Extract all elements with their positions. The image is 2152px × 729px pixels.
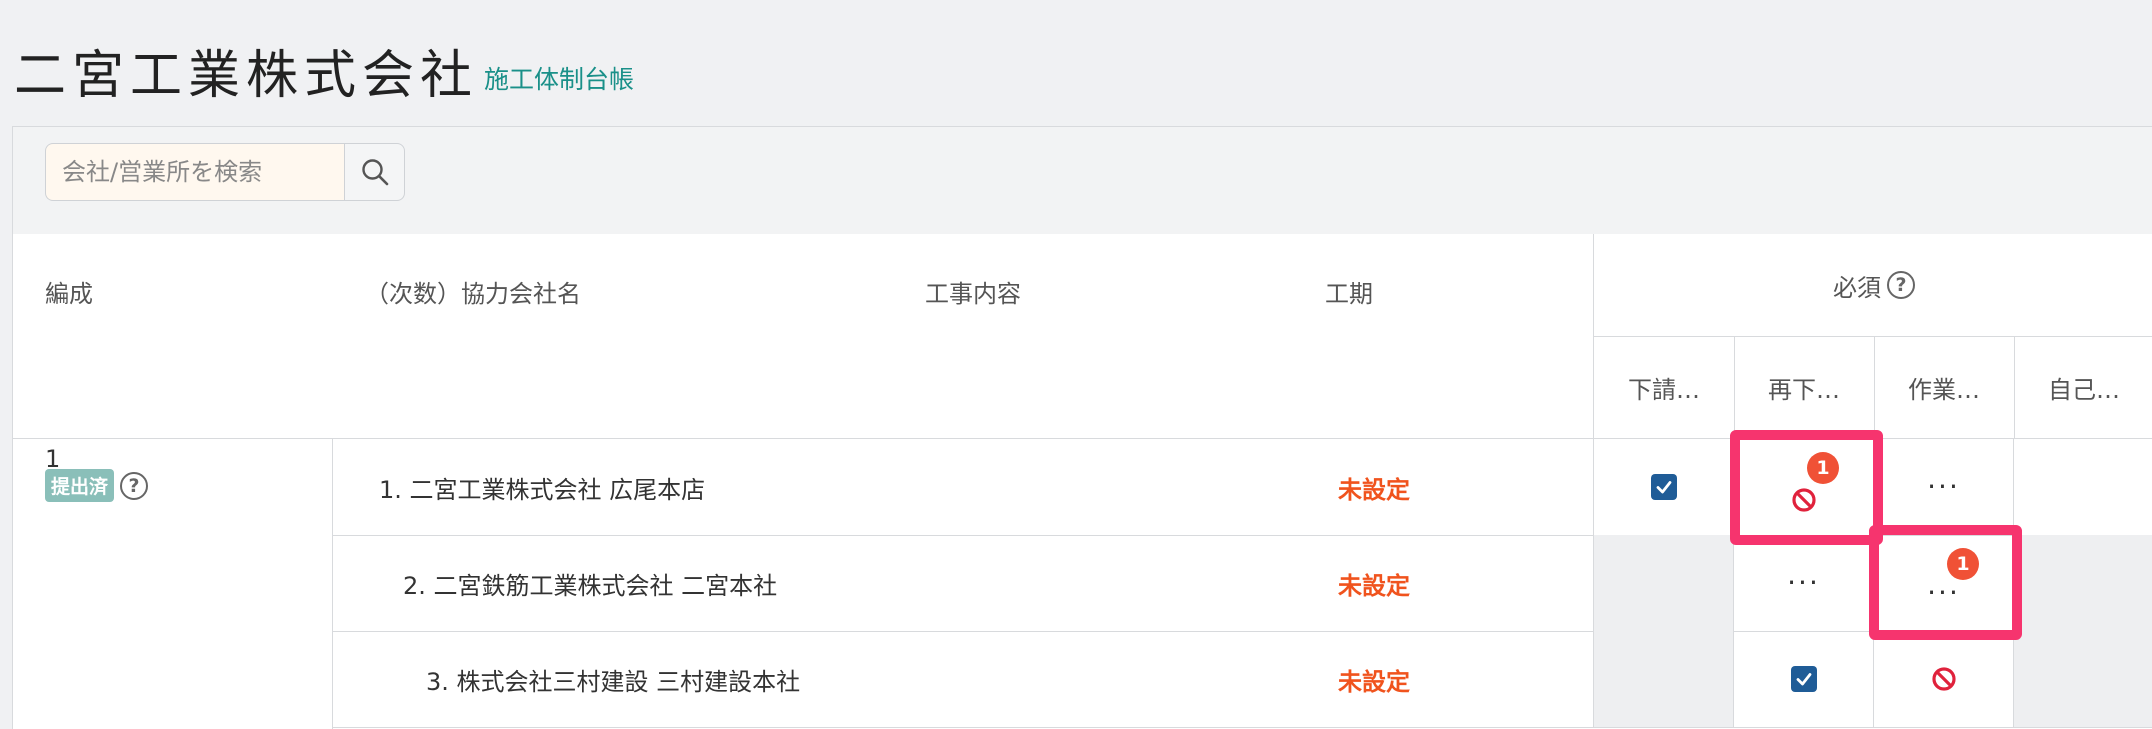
page-title: 二宮工業株式会社 [14,46,479,106]
help-icon[interactable]: ? [120,471,149,500]
subcolumn-header[interactable]: 作業… [1874,336,2015,438]
notification-badge: 1 [1947,548,1979,580]
page-subtitle[interactable]: 施工体制台帳 [484,60,634,96]
subcolumn-header[interactable]: 再下… [1734,336,1875,438]
required-header: 必須 ? [1594,234,2152,337]
table-body: 1 提出済 ? 1. 二宮工業株式会社 広尾本店 未設定 ··· 2. 二宮鉄筋… [13,439,2152,729]
subcolumn-header[interactable]: 自己… [2014,336,2152,438]
table-row[interactable]: 1. 二宮工業株式会社 広尾本店 未設定 ··· [333,439,2152,536]
period-value: 未設定 [1338,571,1410,600]
search-icon [361,159,388,186]
required-cell[interactable]: ··· [1873,535,2013,631]
required-label: 必須 [1833,273,1881,302]
subcolumn-header[interactable]: 下請… [1594,336,1735,438]
group-status: 提出済 ? [45,469,149,502]
company-name[interactable]: 2. 二宮鉄筋工業株式会社 二宮本社 [403,535,777,631]
required-cell[interactable] [1593,439,1733,535]
check-icon [1796,673,1811,686]
required-cell[interactable] [1733,631,1873,727]
status-badge: 提出済 [45,469,115,502]
checkbox-checked[interactable] [1650,474,1677,500]
table-header: 編成 （次数）協力会社名 工事内容 工期 必須 ? 下請… 再下… 作業… 自己… [13,234,2152,439]
column-header-company: （次数）協力会社名 [365,280,581,308]
search-button[interactable] [344,143,405,201]
required-cell[interactable] [1733,439,1873,535]
checkbox-checked[interactable] [1790,666,1817,692]
more-icon: ··· [1927,576,1960,609]
prohibited-icon [1931,667,1956,691]
required-group: 必須 ? 下請… 再下… 作業… 自己… [1593,234,2152,438]
group-cell: 1 提出済 ? [13,439,333,729]
table-row[interactable]: 2. 二宮鉄筋工業株式会社 二宮本社 未設定 ··· ··· [333,535,2152,632]
table-row[interactable]: 3. 株式会社三村建設 三村建設本社 未設定 [333,631,2152,728]
more-icon: ··· [1927,470,1960,503]
required-cell-disabled [1593,535,1733,631]
search-input[interactable] [45,143,344,201]
required-cell-disabled [1593,631,1733,727]
column-header-work: 工事内容 [925,280,1021,308]
required-cell[interactable]: ··· [1733,535,1873,631]
period-value: 未設定 [1338,667,1410,696]
required-cell-disabled [2013,631,2152,727]
search-bar [13,127,2152,235]
help-icon[interactable]: ? [1887,271,1915,299]
required-cell[interactable] [2013,439,2152,535]
more-icon: ··· [1787,566,1820,599]
company-name[interactable]: 3. 株式会社三村建設 三村建設本社 [426,631,800,727]
ledger-panel: 編成 （次数）協力会社名 工事内容 工期 必須 ? 下請… 再下… 作業… 自己… [12,126,2152,729]
required-cell-disabled [2013,535,2152,631]
required-cell[interactable] [1873,631,2013,727]
page-header: 二宮工業株式会社 施工体制台帳 [14,48,634,104]
notification-badge: 1 [1807,452,1839,484]
column-header-period: 工期 [1325,280,1373,308]
company-name[interactable]: 1. 二宮工業株式会社 広尾本店 [379,439,705,535]
check-icon [1656,481,1671,494]
required-cell[interactable]: ··· [1873,439,2013,535]
prohibited-icon [1791,488,1816,512]
column-header-hensei: 編成 [45,280,93,308]
period-value: 未設定 [1338,475,1410,504]
